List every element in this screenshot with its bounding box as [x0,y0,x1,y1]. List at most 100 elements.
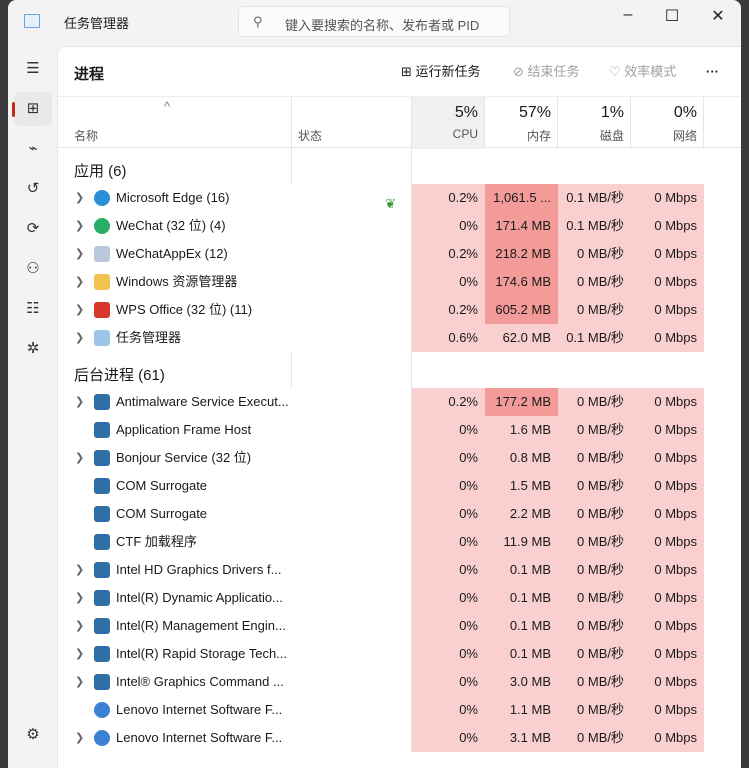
process-row[interactable]: ❯ Intel HD Graphics Drivers f... 0% 0.1 MB 0… [58,556,705,584]
process-name: Intel(R) Rapid Storage Tech... [116,646,288,661]
chevron-right-icon[interactable]: ❯ [75,612,84,640]
chevron-right-icon[interactable]: ❯ [75,640,84,668]
process-row[interactable]: ❯ Lenovo Internet Software F... 0% 3.1 MB 0 … [58,724,705,752]
process-row[interactable]: Application Frame Host 0% 1.6 MB 0 MB/秒 0 Mb… [58,416,705,444]
edge-icon [94,190,110,206]
network-total: 0% [673,104,697,121]
process-row[interactable]: COM Surrogate 0% 2.2 MB 0 MB/秒 0 Mbps [58,500,705,528]
service-icon [94,562,110,578]
process-status [292,472,412,500]
process-cpu: 0% [412,212,485,240]
process-row[interactable]: ❯ 任务管理器 0.6% 62.0 MB 0.1 MB/秒 0 Mbps [58,324,705,352]
column-status-label: 状态 [298,129,323,143]
run-new-task-button[interactable]: ⊞ 运行新任务 [401,55,481,89]
process-status [292,268,412,296]
chevron-right-icon[interactable]: ❯ [75,324,84,352]
process-cpu: 0% [412,724,485,752]
process-disk: 0 MB/秒 [558,388,631,416]
nav-users-icon[interactable]: ⚇ [14,252,52,286]
process-disk: 0 MB/秒 [558,528,631,556]
search-placeholder: 键入要搜索的名称、发布者或 PID [285,18,480,33]
column-name[interactable]: ^ 名称 [58,97,292,149]
chevron-right-icon[interactable]: ❯ [75,296,84,324]
chevron-right-icon[interactable]: ❯ [75,240,84,268]
process-status [292,240,412,268]
column-disk[interactable]: 1% 磁盘 [558,97,631,149]
efficiency-mode-button[interactable]: ♡ 效率模式 [609,55,676,89]
process-name: Intel(R) Management Engin... [116,618,286,633]
chevron-right-icon[interactable]: ❯ [75,184,84,212]
chevron-right-icon[interactable]: ❯ [75,268,84,296]
process-status [292,584,412,612]
lenovo-icon [94,702,110,718]
chevron-right-icon[interactable]: ❯ [75,444,84,472]
process-status [292,324,412,352]
column-cpu[interactable]: 5% CPU [412,97,485,149]
process-name: Intel(R) Dynamic Applicatio... [116,590,283,605]
title-bar: 任务管理器 ⚲ 键入要搜索的名称、发布者或 PID – ☐ ✕ [8,0,741,46]
process-row[interactable]: ❯ Microsoft Edge (16) ❦ 0.2% 1,061.5 ... 0.1 … [58,184,705,212]
search-input[interactable]: ⚲ 键入要搜索的名称、发布者或 PID [238,6,510,37]
process-name: 任务管理器 [116,330,182,345]
service-icon [94,450,110,466]
chevron-right-icon[interactable]: ❯ [75,668,84,696]
process-mem: 3.1 MB [485,724,558,752]
process-row[interactable]: ❯ Bonjour Service (32 位) 0% 0.8 MB 0 MB/秒 0 M… [58,444,705,472]
process-row[interactable]: ❯ Intel(R) Dynamic Applicatio... 0% 0.1 MB 0… [58,584,705,612]
process-net: 0 Mbps [631,668,704,696]
minimize-button[interactable]: – [605,6,651,24]
process-name: Lenovo Internet Software F... [116,730,283,745]
nav-details-icon[interactable]: ☷ [14,292,52,326]
process-row[interactable]: ❯ Windows 资源管理器 0% 174.6 MB 0 MB/秒 0 Mbps [58,268,705,296]
settings-icon[interactable]: ⚙ [14,718,52,752]
folder-icon [94,274,110,290]
column-status[interactable]: 状态 [292,97,412,149]
process-mem: 0.1 MB [485,556,558,584]
nav-processes-icon[interactable]: ⊞ [12,92,52,126]
chevron-right-icon[interactable]: ❯ [75,388,84,416]
sort-ascending-icon: ^ [164,99,171,114]
nav-app-history-icon[interactable]: ↺ [14,172,52,206]
process-row[interactable]: ❯ Intel(R) Management Engin... 0% 0.1 MB 0 M… [58,612,705,640]
process-net: 0 Mbps [631,640,704,668]
menu-icon[interactable]: ☰ [14,52,52,86]
process-net: 0 Mbps [631,528,704,556]
process-row[interactable]: CTF 加载程序 0% 11.9 MB 0 MB/秒 0 Mbps [58,528,705,556]
process-row[interactable]: ❯ WeChat (32 位) (4) 0% 171.4 MB 0.1 MB/秒 0 Mb… [58,212,705,240]
column-network[interactable]: 0% 网络 [631,97,704,149]
more-options-button[interactable]: ··· [706,55,719,89]
efficiency-mode-label: 效率模式 [624,64,677,79]
memory-label: 内存 [526,129,551,143]
process-row[interactable]: ❯ Intel(R) Rapid Storage Tech... 0% 0.1 MB 0… [58,640,705,668]
process-cpu: 0.2% [412,240,485,268]
process-row[interactable]: ❯ Antimalware Service Execut... 0.2% 177.2 … [58,388,705,416]
divider [58,148,292,184]
process-status [292,296,412,324]
process-cpu: 0.2% [412,296,485,324]
chevron-right-icon[interactable]: ❯ [75,584,84,612]
process-disk: 0 MB/秒 [558,268,631,296]
process-net: 0 Mbps [631,584,704,612]
column-memory[interactable]: 57% 内存 [485,97,558,149]
process-row[interactable]: ❯ WPS Office (32 位) (11) 0.2% 605.2 MB 0 MB/… [58,296,705,324]
chevron-right-icon[interactable]: ❯ [75,556,84,584]
close-button[interactable]: ✕ [695,6,741,26]
service-icon [94,590,110,606]
process-cpu: 0.2% [412,184,485,212]
processes-page: 进程 ⊞ 运行新任务 ⊘ 结束任务 ♡ 效率模式 ··· ^ 名称 状态 5% C… [57,46,741,768]
process-net: 0 Mbps [631,444,704,472]
process-row[interactable]: ❯ Intel® Graphics Command ... 0% 3.0 MB 0 MB… [58,668,705,696]
process-net: 0 Mbps [631,184,704,212]
process-row[interactable]: COM Surrogate 0% 1.5 MB 0 MB/秒 0 Mbps [58,472,705,500]
nav-services-icon[interactable]: ✲ [14,332,52,366]
nav-performance-icon[interactable]: ⌁ [14,132,52,166]
maximize-button[interactable]: ☐ [649,6,695,26]
divider [292,352,412,388]
chevron-right-icon[interactable]: ❯ [75,212,84,240]
chevron-right-icon[interactable]: ❯ [75,724,84,752]
nav-startup-icon[interactable]: ⟳ [14,212,52,246]
process-row[interactable]: Lenovo Internet Software F... 0% 1.1 MB 0 M… [58,696,705,724]
end-task-button[interactable]: ⊘ 结束任务 [513,55,580,89]
disk-total: 1% [600,104,624,121]
process-row[interactable]: ❯ WeChatAppEx (12) 0.2% 218.2 MB 0 MB/秒 0 Mbp… [58,240,705,268]
